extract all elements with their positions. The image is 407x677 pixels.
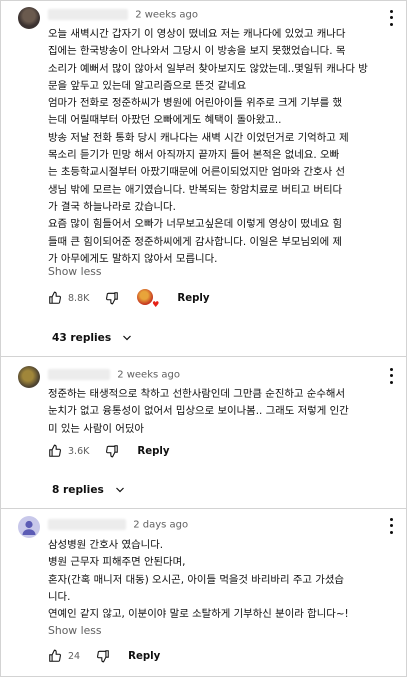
default-user-icon bbox=[22, 520, 36, 535]
avatar[interactable] bbox=[18, 366, 40, 388]
reply-button[interactable]: Reply bbox=[137, 446, 169, 457]
heart-icon: ♥ bbox=[152, 300, 160, 309]
divider bbox=[0, 508, 407, 509]
divider bbox=[0, 356, 407, 357]
comment-header: 2 days ago bbox=[48, 519, 188, 535]
replies-count: 43 replies bbox=[52, 332, 112, 344]
comment-line: 혼자(간혹 매니저 대동) 오시곤, 아이들 먹을것 바리바리 주고 가셨습 bbox=[48, 573, 344, 586]
comment-line: 는 초등학교시절부터 아팠기때문에 어른이되었지만 엄마와 간호사 선 bbox=[48, 166, 346, 179]
comment-actions: 24 Reply bbox=[48, 646, 160, 666]
show-less-button[interactable]: Show less bbox=[48, 624, 101, 637]
more-vert-icon[interactable] bbox=[387, 366, 395, 386]
chevron-down-icon bbox=[123, 335, 132, 341]
creator-heart-icon[interactable]: ♥ bbox=[137, 289, 159, 309]
thumbs-up-icon[interactable] bbox=[48, 649, 62, 663]
comment-time[interactable]: 2 weeks ago bbox=[117, 370, 180, 381]
thumbs-up-icon[interactable] bbox=[48, 444, 62, 458]
creator-avatar bbox=[137, 289, 154, 305]
replies-toggle[interactable]: 8 replies bbox=[52, 481, 126, 499]
thumbs-up-icon[interactable] bbox=[48, 291, 62, 305]
comment-text: 오늘 새벽시간 갑자기 이 영상이 떴네요 저는 캐나다에 있었고 캐나다 집에… bbox=[48, 26, 396, 268]
comment-line: 집에는 한국방송이 안나와서 그당시 이 방송을 보지 못했었습니다. 목 bbox=[48, 45, 346, 58]
comment-header: 2 weeks ago bbox=[48, 369, 180, 385]
comment-time[interactable]: 2 weeks ago bbox=[135, 10, 198, 21]
comment-line: 소리가 예뻐서 많이 않아서 일부러 찾아보지도 않았는데..몇일뒤 캐나다 방 bbox=[48, 62, 368, 75]
comment-line: 요즘 많이 힘들어서 오빠가 너무보고싶은데 이렇게 영상이 떴네요 힘 bbox=[48, 218, 343, 231]
comment-text: 삼성병원 간호사 였습니다. 병원 근무자 피해주면 안된다며, 혼자(간혹 매… bbox=[48, 537, 396, 623]
reply-button[interactable]: Reply bbox=[177, 293, 209, 304]
thumbs-down-icon[interactable] bbox=[96, 649, 110, 663]
comment-line: 목소리 듣기가 민망 해서 아직까지 끝까지 들어 본적은 없네요. 오빠 bbox=[48, 149, 340, 162]
author-name-redacted[interactable] bbox=[48, 9, 128, 20]
comment-line: 들때 큰 힘이되어준 정준하씨에게 감사합니다. 이일은 부모님외에 제 bbox=[48, 235, 343, 248]
comment-line: 오늘 새벽시간 갑자기 이 영상이 떴네요 저는 캐나다에 있었고 캐나다 bbox=[48, 28, 346, 40]
comment-text: 정준하는 태생적으로 착하고 선한사람인데 그만큼 순진하고 순수해서 눈치가 … bbox=[48, 386, 396, 438]
thumbs-down-icon[interactable] bbox=[105, 291, 119, 305]
comment-actions: 3.6K Reply bbox=[48, 441, 170, 461]
more-vert-icon[interactable] bbox=[387, 516, 395, 536]
comment-line: 방송 저날 전화 통화 당시 캐나다는 새벽 시간 이었던거로 기억하고 제 bbox=[48, 131, 349, 144]
like-count: 24 bbox=[68, 650, 81, 662]
like-count: 8.8K bbox=[68, 292, 90, 304]
replies-toggle[interactable]: 43 replies bbox=[52, 329, 133, 347]
comment-line: 미 있는 사람이 어딨아 bbox=[48, 422, 144, 435]
comment-line: 니다. bbox=[48, 590, 71, 603]
comment-line: 문을 앞두고 있는데 알고리즘으로 뜬것 같네요 bbox=[48, 79, 247, 92]
comment-line: 정준하는 태생적으로 착하고 선한사람인데 그만큼 순진하고 순수해서 bbox=[48, 388, 346, 400]
like-count: 3.6K bbox=[68, 445, 90, 457]
avatar[interactable] bbox=[18, 516, 40, 538]
comment-line: 연예인 같지 않고, 이분이야 말로 소탈하게 기부하신 분이라 합니다~! bbox=[48, 608, 349, 621]
comment-actions: 8.8K ♥ Reply bbox=[48, 288, 210, 309]
comment-line: 눈치가 없고 융통성이 없어서 밉상으로 보이나봄.. 그래도 저렇게 인간 bbox=[48, 405, 349, 418]
author-name-redacted[interactable] bbox=[48, 519, 126, 530]
show-less-button[interactable]: Show less bbox=[48, 265, 101, 278]
more-vert-icon[interactable] bbox=[387, 8, 395, 28]
reply-button[interactable]: Reply bbox=[128, 651, 160, 662]
avatar[interactable] bbox=[18, 7, 40, 29]
comment-line: 병원 근무자 피해주면 안된다며, bbox=[48, 556, 186, 569]
comment-line: 는데 어릴때부터 아팠던 오빠에게도 혜택이 돌아왔고.. bbox=[48, 114, 282, 127]
thumbs-down-icon[interactable] bbox=[105, 444, 119, 458]
comment-line: 삼성병원 간호사 였습니다. bbox=[48, 539, 164, 551]
comment-line: 엄마가 전화로 정준하씨가 병원에 어린아이들 위주로 크게 기부를 했 bbox=[48, 97, 343, 110]
chevron-down-icon bbox=[115, 487, 124, 493]
author-name-redacted[interactable] bbox=[48, 369, 110, 380]
comment-line: 가 결국 하늘나라로 갔습니다. bbox=[48, 200, 176, 213]
comment-line: 생님 밖에 모르는 애기였습니다. 반복되는 항암치료로 버티고 버티다 bbox=[48, 183, 343, 196]
comment-time[interactable]: 2 days ago bbox=[133, 520, 188, 531]
replies-count: 8 replies bbox=[52, 484, 104, 496]
comment-header: 2 weeks ago bbox=[48, 9, 198, 25]
